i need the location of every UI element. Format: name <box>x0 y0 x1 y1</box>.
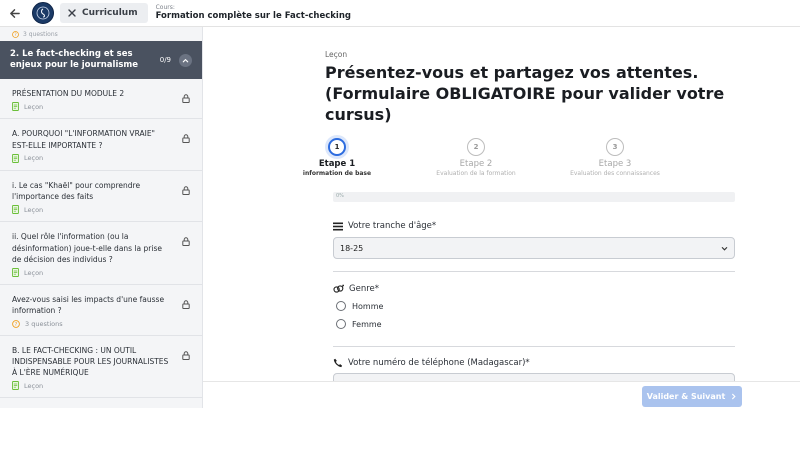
curriculum-sidebar: ? 3 questions 2. Le fact-checking et ses… <box>0 27 203 408</box>
step-1-subtitle: information de base <box>302 170 372 177</box>
svg-text:?: ? <box>15 321 18 327</box>
validate-next-button[interactable]: Valider & Suivant <box>642 386 742 407</box>
lock-icon <box>182 237 190 247</box>
lesson-meta: Leçon <box>12 268 192 277</box>
phone-icon <box>333 358 343 368</box>
arrow-left-icon <box>9 8 20 18</box>
gender-option-femme[interactable]: Femme <box>336 319 382 329</box>
lesson-title: ii. Quel rôle l'information (ou la désin… <box>12 232 162 264</box>
step-1[interactable]: 1 Etape 1 information de base <box>267 138 407 177</box>
page-bottom <box>0 408 800 450</box>
previous-item-meta: ? 3 questions <box>0 27 202 41</box>
lesson-list-item[interactable]: Avez-vous saisi les impacts d'une fausse… <box>0 285 202 336</box>
lesson-meta: Leçon <box>12 102 192 112</box>
radio-femme[interactable] <box>336 319 346 329</box>
brand-logo <box>32 2 54 24</box>
lesson-list-item[interactable]: PRÉSENTATION DU MODULE 2 Leçon <box>0 79 202 120</box>
question-icon: ? <box>12 30 19 38</box>
lesson-list-item[interactable]: ii. Quel rôle l'information (ou la désin… <box>0 222 202 285</box>
module-header[interactable]: 2. Le fact-checking et ses enjeux pour l… <box>0 41 202 79</box>
lock-icon <box>182 231 190 250</box>
lesson-title: i. Le cas "Khaël" pour comprendre l'impo… <box>12 180 141 201</box>
step-3[interactable]: 3 Etape 3 Evaluation des connaissances <box>545 138 685 177</box>
age-range-value: 18-25 <box>340 243 364 253</box>
document-icon <box>12 153 19 163</box>
lesson-list-item[interactable]: A. POURQUOI "L'INFORMATION VRAIE" EST-EL… <box>0 119 202 171</box>
lock-icon <box>182 88 190 107</box>
lesson-meta: Leçon <box>12 153 192 163</box>
lock-icon <box>182 94 190 103</box>
document-icon <box>12 381 19 391</box>
step-3-subtitle: Evaluation des connaissances <box>570 170 660 177</box>
step-3-number: 3 <box>606 138 624 156</box>
lesson-meta: ? 3 questions <box>12 320 192 328</box>
phone-input[interactable] <box>333 373 735 381</box>
document-icon <box>12 102 19 112</box>
lock-icon <box>182 345 190 364</box>
curriculum-label: Curriculum <box>82 8 138 18</box>
curriculum-toggle-button[interactable]: Curriculum <box>60 3 148 23</box>
list-icon <box>333 222 343 230</box>
step-1-name: Etape 1 <box>318 159 356 169</box>
lesson-title: B. LE FACT-CHECKING : UN OUTIL INDISPENS… <box>12 345 169 378</box>
step-2-subtitle: Evaluation de la formation <box>436 170 516 177</box>
document-icon <box>12 268 19 277</box>
back-button[interactable] <box>0 0 28 27</box>
lock-icon <box>182 350 190 360</box>
question-icon: ? <box>12 319 20 328</box>
lesson-title: Avez-vous saisi les impacts d'une fausse… <box>12 295 165 316</box>
lock-icon <box>182 300 190 309</box>
content-type-label: Leçon <box>325 50 348 59</box>
age-field-label: Votre tranche d'âge* <box>333 221 436 231</box>
course-title: Formation complète sur le Fact-checking <box>155 10 351 21</box>
progress-percent: 0% <box>336 193 344 199</box>
lesson-list-item[interactable]: B. LE FACT-CHECKING : UN OUTIL INDISPENS… <box>0 336 202 399</box>
radio-homme[interactable] <box>336 301 346 311</box>
page-title: Présentez-vous et partagez vos attentes.… <box>325 63 725 124</box>
lesson-content: Leçon Présentez-vous et partagez vos att… <box>203 27 800 381</box>
course-info: Cours: Formation complète sur le Fact-ch… <box>155 4 351 21</box>
chevron-down-icon <box>721 246 728 251</box>
lesson-meta: Leçon <box>12 205 192 215</box>
lock-icon <box>182 134 190 144</box>
chevron-right-icon <box>732 393 736 400</box>
lesson-title: PRÉSENTATION DU MODULE 2 <box>12 89 125 98</box>
top-bar: Curriculum Cours: Formation complète sur… <box>0 0 800 27</box>
form-stepper: 1 Etape 1 information de base 2 Etape 2 … <box>303 138 733 184</box>
gender-option-homme[interactable]: Homme <box>336 301 383 311</box>
lesson-meta: Leçon <box>12 381 192 391</box>
step-2[interactable]: 2 Etape 2 Evaluation de la formation <box>406 138 546 177</box>
gender-icon <box>333 284 344 293</box>
section-divider <box>333 271 735 272</box>
lock-icon <box>182 180 190 199</box>
close-icon <box>68 9 76 17</box>
module-title: 2. Le fact-checking et ses enjeux pour l… <box>10 49 139 70</box>
gender-field-label: Genre* <box>333 284 379 294</box>
lock-icon <box>182 294 190 313</box>
lesson-list-item[interactable]: i. Le cas "Khaël" pour comprendre l'impo… <box>0 171 202 223</box>
form-progress-bar: 0% <box>333 192 735 202</box>
age-range-select[interactable]: 18-25 <box>333 237 735 259</box>
document-icon <box>12 205 19 215</box>
lesson-title: A. POURQUOI "L'INFORMATION VRAIE" EST-EL… <box>12 129 156 150</box>
lesson-list: PRÉSENTATION DU MODULE 2 Leçon A. POURQUOI… <box>0 79 202 399</box>
lock-icon <box>182 186 190 195</box>
chevron-up-icon <box>182 58 189 62</box>
section-divider <box>333 346 735 347</box>
lock-icon <box>182 128 190 147</box>
step-1-number: 1 <box>328 138 346 156</box>
step-2-name: Etape 2 <box>459 159 493 169</box>
lesson-action-bar: Valider & Suivant <box>203 381 800 408</box>
module-progress-count: 0/9 <box>159 56 171 64</box>
step-3-name: Etape 3 <box>598 159 632 169</box>
validate-next-label: Valider & Suivant <box>646 392 726 401</box>
collapse-module-button[interactable] <box>179 53 192 67</box>
step-2-number: 2 <box>467 138 485 156</box>
phone-field-label: Votre numéro de téléphone (Madagascar)* <box>333 358 530 368</box>
